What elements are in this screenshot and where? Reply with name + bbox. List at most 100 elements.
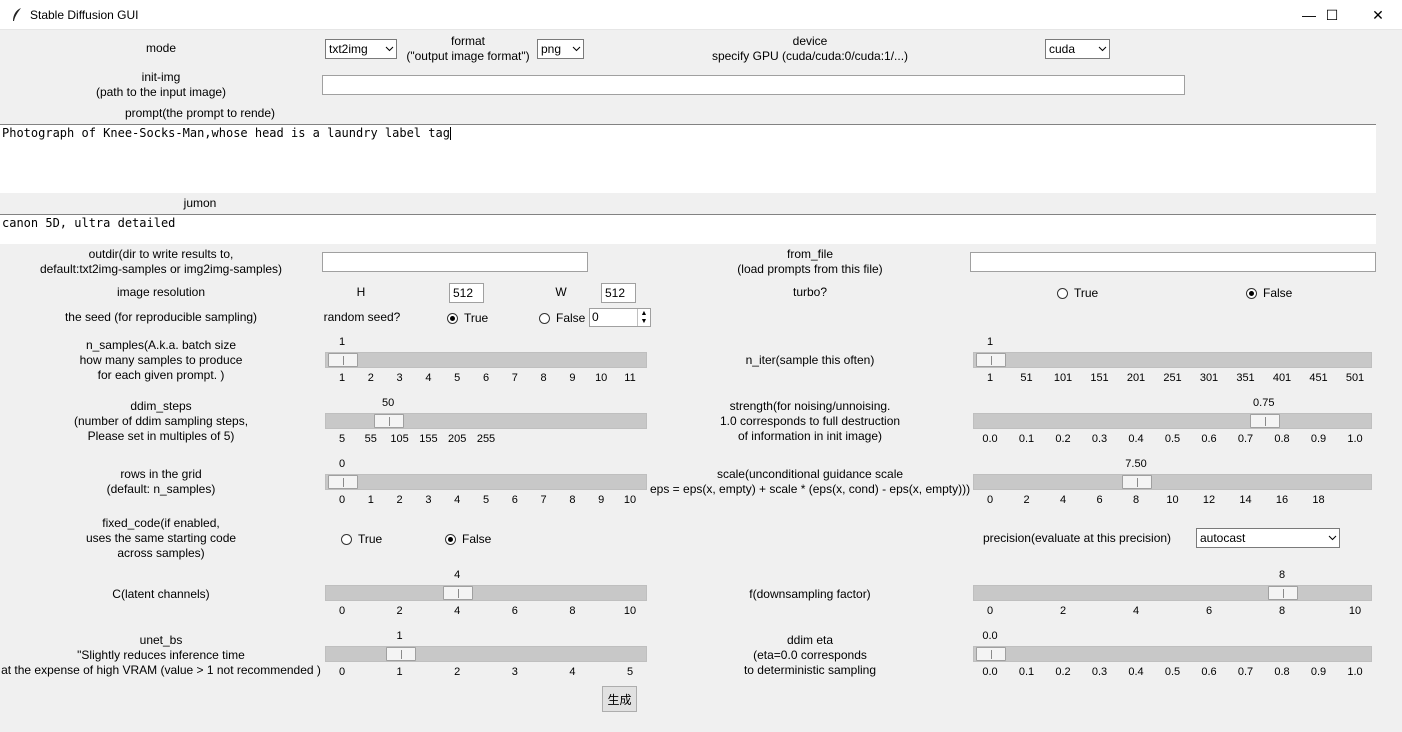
from-file-label-line1: from_file xyxy=(786,247,833,261)
slider-tick-label: 0.9 xyxy=(1310,433,1327,445)
slider-trough[interactable] xyxy=(973,352,1372,368)
height-input[interactable]: 512 xyxy=(449,283,484,303)
n-samples-slider[interactable]: 1 1 2 3 4 5 6 7 8 9 10 11 xyxy=(325,336,647,388)
jumon-textarea[interactable]: canon 5D, ultra detailed xyxy=(0,214,1376,244)
scale-slider[interactable]: 7.50 0 2 4 6 8 10 12 14 16 18 xyxy=(973,458,1372,510)
outdir-label-line1: outdir(dir to write results to, xyxy=(88,247,234,261)
slider-trough[interactable] xyxy=(973,413,1372,429)
ddim-eta-label-line2: (eta=0.0 corresponds xyxy=(753,648,867,662)
radio-circle xyxy=(341,533,352,545)
mode-label: mode xyxy=(145,41,177,55)
precision-select[interactable]: autocast xyxy=(1196,528,1340,548)
random-seed-label: random seed? xyxy=(323,310,401,324)
slider-tick-label: 10 xyxy=(623,605,637,617)
init-img-label: init-img (path to the input image) xyxy=(60,70,262,100)
slider-trough[interactable] xyxy=(973,585,1372,601)
strength-slider[interactable]: 0.75 0.0 0.1 0.2 0.3 0.4 0.5 0.6 0.7 0.8 0.9 1.0 xyxy=(973,397,1372,449)
turbo-false-radio[interactable]: False xyxy=(1246,286,1292,300)
c-channels-slider[interactable]: 4 0 2 4 6 8 10 xyxy=(325,569,647,621)
seed-spinbox[interactable]: 0 ▲ ▼ xyxy=(589,308,651,327)
fixed-code-false-radio[interactable]: False xyxy=(445,532,491,546)
prompt-textarea[interactable]: Photograph of Knee-Socks-Man,whose head … xyxy=(0,124,1376,193)
slider-tick-label: 51 xyxy=(1020,372,1033,384)
slider-tick-label: 0.5 xyxy=(1164,433,1181,445)
n-samples-label: n_samples(A.k.a. batch size how many sam… xyxy=(40,338,282,383)
slider-tick-label: 10 xyxy=(623,494,637,506)
slider-thumb[interactable] xyxy=(1268,586,1298,600)
seed-true-label: True xyxy=(464,311,489,325)
generate-button[interactable]: 生成 xyxy=(602,686,637,712)
init-img-label-line1: init-img xyxy=(141,70,181,84)
slider-tick-label: 55 xyxy=(364,433,377,445)
unet-bs-slider[interactable]: 1 0 1 2 3 4 5 xyxy=(325,630,647,682)
slider-trough[interactable] xyxy=(325,352,647,368)
slider-value: 8 xyxy=(1278,569,1286,581)
slider-tick-label: 1.0 xyxy=(1347,666,1363,678)
slider-tick-label: 6 xyxy=(511,494,518,506)
device-label-line2: specify GPU (cuda/cuda:0/cuda:1/...) xyxy=(711,49,909,63)
slider-thumb[interactable] xyxy=(328,475,358,489)
slider-thumb[interactable] xyxy=(385,647,416,661)
slider-tick-label: 8 xyxy=(1132,494,1140,506)
slider-tick-label: 4 xyxy=(1059,494,1067,506)
rows-slider[interactable]: 0 0 1 2 3 4 5 6 7 8 9 10 xyxy=(325,458,647,510)
init-img-input[interactable] xyxy=(322,75,1185,95)
rows-label-line2: (default: n_samples) xyxy=(106,482,216,496)
spin-arrows-icon[interactable]: ▲ ▼ xyxy=(637,309,650,326)
fixed-code-true-radio[interactable]: True xyxy=(341,532,382,546)
close-button[interactable]: ✕ xyxy=(1355,0,1401,30)
slider-trough[interactable] xyxy=(325,646,647,662)
ddim-steps-label-line2: (number of ddim sampling steps, xyxy=(73,414,249,428)
ddim-eta-slider[interactable]: 0.0 0.0 0.1 0.2 0.3 0.4 0.5 0.6 0.7 0.8 0.9 1.0 xyxy=(973,630,1372,682)
slider-thumb[interactable] xyxy=(443,586,474,600)
scale-label: scale(unconditional guidance scale eps =… xyxy=(650,467,970,497)
n-iter-slider[interactable]: 1 1 51 101 151 201 251 301 351 401 451 501 xyxy=(973,336,1372,388)
slider-trough[interactable] xyxy=(325,474,647,490)
from-file-input[interactable] xyxy=(970,252,1376,272)
slider-trough[interactable] xyxy=(325,585,647,601)
slider-tick-label: 0.2 xyxy=(1055,666,1071,678)
ddim-steps-slider[interactable]: 50 5 55 105 155 205 255 xyxy=(325,397,647,449)
slider-value: 0 xyxy=(338,458,346,470)
radio-circle xyxy=(1057,287,1068,299)
slider-thumb[interactable] xyxy=(374,414,405,428)
slider-trough[interactable] xyxy=(973,474,1372,490)
slider-tick-label: 0.4 xyxy=(1128,666,1144,678)
device-label-line1: device xyxy=(792,34,828,48)
slider-thumb[interactable] xyxy=(1122,475,1152,489)
slider-tick-label: 0 xyxy=(986,605,994,617)
slider-thumb[interactable] xyxy=(976,353,1006,367)
turbo-true-radio[interactable]: True xyxy=(1057,286,1098,300)
device-select[interactable]: cuda xyxy=(1045,39,1110,59)
width-input[interactable]: 512 xyxy=(601,283,636,303)
f-factor-slider[interactable]: 8 0 2 4 6 8 10 xyxy=(973,569,1372,621)
slider-tick-label: 401 xyxy=(1272,372,1292,384)
slider-tick-label: 2 xyxy=(396,494,403,506)
slider-tick-label: 0 xyxy=(986,494,994,506)
device-label: device specify GPU (cuda/cuda:0/cuda:1/.… xyxy=(690,34,930,64)
fixed-code-true-label: True xyxy=(358,532,383,546)
slider-thumb[interactable] xyxy=(976,647,1006,661)
slider-tick-label: 6 xyxy=(1096,494,1103,506)
strength-label: strength(for noising/unnoising. 1.0 corr… xyxy=(690,399,930,444)
slider-trough[interactable] xyxy=(973,646,1372,662)
precision-label: precision(evaluate at this precision) xyxy=(982,531,1172,545)
format-label-line2: ("output image format") xyxy=(406,49,530,63)
slider-tick-label: 12 xyxy=(1202,494,1216,506)
chevron-down-icon xyxy=(1095,40,1109,58)
seed-true-radio[interactable]: True xyxy=(447,311,488,325)
slider-tick-label: 4 xyxy=(454,605,461,617)
slider-thumb[interactable] xyxy=(328,353,358,367)
mode-select[interactable]: txt2img xyxy=(325,39,397,59)
slider-value: 7.50 xyxy=(1125,458,1147,470)
slider-thumb[interactable] xyxy=(1249,414,1280,428)
seed-false-radio[interactable]: False xyxy=(539,311,585,325)
slider-value: 1 xyxy=(396,630,403,642)
chevron-down-icon xyxy=(569,40,583,58)
unet-bs-label-line1: unet_bs xyxy=(139,633,183,647)
format-select[interactable]: png xyxy=(537,39,584,59)
outdir-input[interactable] xyxy=(322,252,588,272)
slider-tick-label: 5 xyxy=(482,494,490,506)
slider-trough[interactable] xyxy=(325,413,647,429)
maximize-button[interactable]: ☐ xyxy=(1309,0,1355,30)
